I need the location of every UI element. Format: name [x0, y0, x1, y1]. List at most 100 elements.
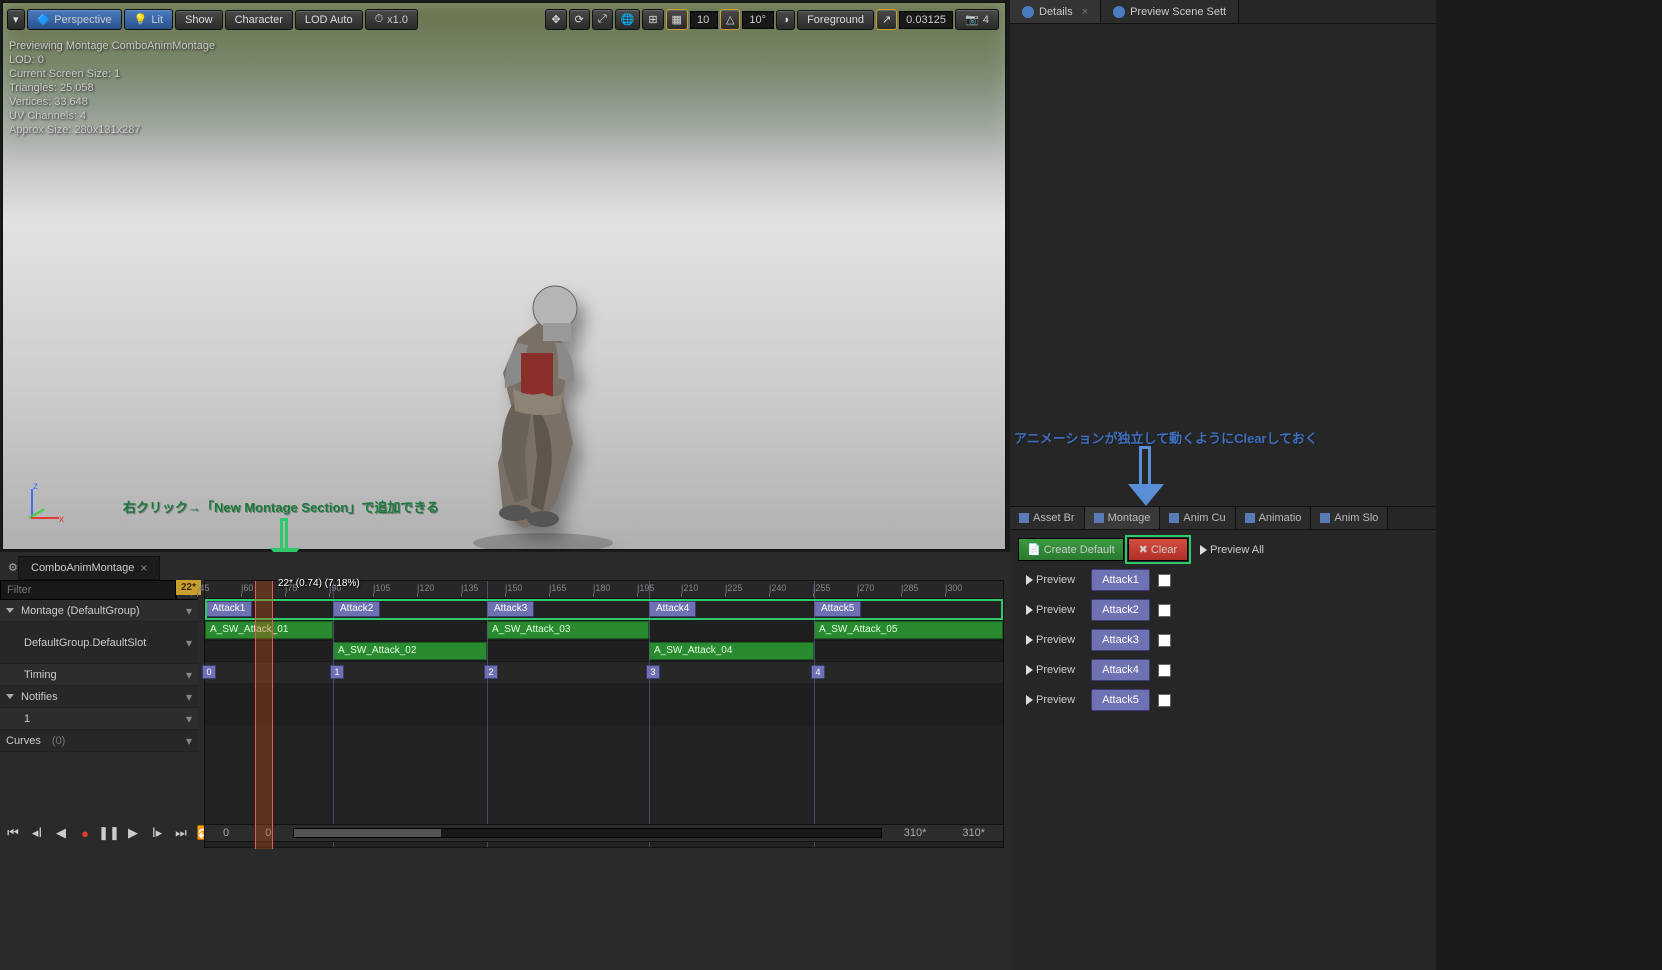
- section-chip[interactable]: Attack5: [814, 601, 861, 617]
- step-back-icon[interactable]: ◂Ⅰ: [28, 824, 46, 842]
- section-checkbox[interactable]: [1158, 604, 1171, 617]
- play-reverse-icon[interactable]: ◀: [52, 824, 70, 842]
- section-name-chip[interactable]: Attack3: [1091, 629, 1150, 651]
- anim-clip[interactable]: A_SW_Attack_03: [487, 621, 649, 639]
- section-checkbox[interactable]: [1158, 634, 1171, 647]
- anim-clip[interactable]: A_SW_Attack_05: [814, 621, 1003, 639]
- grid-snap-toggle[interactable]: ▦: [666, 9, 688, 30]
- angle-snap-value[interactable]: 10°: [742, 11, 774, 29]
- tab-icon: [1019, 513, 1029, 523]
- scale-snap-toggle[interactable]: ↗: [876, 9, 897, 30]
- bottom-tab[interactable]: Montage: [1085, 507, 1161, 529]
- anim-clip[interactable]: A_SW_Attack_02: [333, 642, 487, 660]
- to-start-icon[interactable]: ⏮: [4, 824, 22, 842]
- lod-button[interactable]: LOD Auto: [295, 10, 363, 30]
- track-dropdown-icon[interactable]: ▾: [186, 668, 192, 682]
- section-chip[interactable]: Attack1: [205, 601, 252, 617]
- section-name-chip[interactable]: Attack1: [1091, 569, 1150, 591]
- annotation-arrow-right: [1128, 446, 1164, 506]
- tab-preview-scene[interactable]: Preview Scene Sett: [1101, 0, 1239, 23]
- viewport-menu-dropdown[interactable]: ▾: [7, 9, 25, 30]
- step-forward-icon[interactable]: Ⅰ▸: [148, 824, 166, 842]
- transport-controls: ⏮ ◂Ⅰ ◀ ● ❚❚ ▶ Ⅰ▸ ⏭ 🔁: [4, 824, 214, 842]
- layer-dropdown[interactable]: Foreground: [797, 10, 874, 30]
- bottom-tab[interactable]: Animatio: [1236, 507, 1312, 529]
- bottom-tab[interactable]: Asset Br: [1010, 507, 1085, 529]
- section-checkbox[interactable]: [1158, 664, 1171, 677]
- scale-snap-value[interactable]: 0.03125: [899, 11, 953, 29]
- section-highlight-box: [205, 599, 1003, 620]
- play-icon: [1026, 635, 1033, 645]
- anim-clip[interactable]: A_SW_Attack_04: [649, 642, 814, 660]
- snap-toggle-icon[interactable]: ⊞: [642, 9, 663, 30]
- timeline-scrollbar[interactable]: [293, 828, 881, 838]
- montage-sections-row[interactable]: Attack1 Attack2 Attack3 Attack4 Attack5: [205, 599, 1003, 620]
- timing-row[interactable]: 01234: [205, 662, 1003, 683]
- preview-section-button[interactable]: Preview: [1018, 690, 1083, 710]
- section-checkbox[interactable]: [1158, 574, 1171, 587]
- section-name-chip[interactable]: Attack2: [1091, 599, 1150, 621]
- track-timing[interactable]: Timing ▾: [0, 664, 198, 686]
- section-checkbox[interactable]: [1158, 694, 1171, 707]
- bottom-tab[interactable]: Anim Slo: [1311, 507, 1388, 529]
- anim-clip-row[interactable]: A_SW_Attack_01A_SW_Attack_03A_SW_Attack_…: [205, 620, 1003, 641]
- anim-clip-row[interactable]: A_SW_Attack_02 A_SW_Attack_04: [205, 641, 1003, 662]
- preview-section-button[interactable]: Preview: [1018, 630, 1083, 650]
- search-icon: [1113, 6, 1125, 18]
- grid-snap-value[interactable]: 10: [690, 11, 718, 29]
- close-tab-icon[interactable]: ×: [140, 561, 147, 575]
- to-end-icon[interactable]: ⏭: [172, 824, 190, 842]
- viewport-3d[interactable]: ▾ 🔷Perspective 💡Lit Show Character LOD A…: [2, 2, 1006, 550]
- playhead-scrollbar[interactable]: 0 0 310* 310*: [204, 824, 1004, 842]
- right-panel: Details× Preview Scene Sett アニメーションが独立して…: [1010, 0, 1436, 970]
- montage-tab[interactable]: ComboAnimMontage ×: [18, 556, 160, 580]
- coord-space-icon[interactable]: 🌐: [615, 9, 641, 30]
- section-chip[interactable]: Attack4: [649, 601, 696, 617]
- section-name-chip[interactable]: Attack5: [1091, 689, 1150, 711]
- tab-details[interactable]: Details×: [1010, 0, 1101, 23]
- track-slot[interactable]: DefaultGroup.DefaultSlot ▾: [0, 622, 198, 664]
- track-dropdown-icon[interactable]: ▾: [186, 636, 192, 650]
- perspective-button[interactable]: 🔷Perspective: [27, 9, 122, 30]
- scale-gizmo-icon[interactable]: ⤢: [592, 9, 613, 30]
- rotate-gizmo-icon[interactable]: ⟳: [569, 9, 590, 30]
- track-notify-1[interactable]: 1 ▾: [0, 708, 198, 730]
- playback-speed-button[interactable]: ⏱x1.0: [365, 9, 418, 30]
- track-filter-input[interactable]: [0, 580, 176, 600]
- clear-button[interactable]: ✖Clear: [1128, 538, 1189, 561]
- create-default-button[interactable]: 📄Create Default: [1018, 538, 1124, 561]
- track-curves[interactable]: Curves (0) ▾: [0, 730, 198, 752]
- section-name-chip[interactable]: Attack4: [1091, 659, 1150, 681]
- timeline-canvas[interactable]: |45|60|75|90|105|120|135|150|165|180|195…: [204, 580, 1004, 848]
- close-icon[interactable]: ×: [1082, 6, 1088, 18]
- character-button[interactable]: Character: [225, 10, 293, 30]
- layer-icon[interactable]: ◑: [776, 10, 795, 30]
- track-dropdown-icon[interactable]: ▾: [186, 604, 192, 618]
- x-icon: ✖: [1139, 543, 1148, 556]
- section-chip[interactable]: Attack2: [333, 601, 380, 617]
- preview-all-button[interactable]: Preview All: [1192, 540, 1272, 560]
- track-notifies[interactable]: Notifies ▾: [0, 686, 198, 708]
- track-dropdown-icon[interactable]: ▾: [186, 734, 192, 748]
- play-forward-icon[interactable]: ▶: [124, 824, 142, 842]
- angle-snap-toggle[interactable]: △: [720, 9, 740, 30]
- viewport-toolbar-left: ▾ 🔷Perspective 💡Lit Show Character LOD A…: [7, 9, 418, 30]
- preview-section-button[interactable]: Preview: [1018, 570, 1083, 590]
- camera-speed-button[interactable]: 📷4: [955, 9, 999, 30]
- preview-section-button[interactable]: Preview: [1018, 600, 1083, 620]
- track-montage-group[interactable]: Montage (DefaultGroup) ▾: [0, 600, 198, 622]
- show-button[interactable]: Show: [175, 10, 223, 30]
- pause-icon[interactable]: ❚❚: [100, 824, 118, 842]
- timing-marker[interactable]: 0: [202, 665, 216, 679]
- track-dropdown-icon[interactable]: ▾: [186, 712, 192, 726]
- lit-button[interactable]: 💡Lit: [124, 9, 173, 30]
- move-gizmo-icon[interactable]: ✥: [545, 9, 566, 30]
- section-chip[interactable]: Attack3: [487, 601, 534, 617]
- track-dropdown-icon[interactable]: ▾: [186, 690, 192, 704]
- record-icon[interactable]: ●: [76, 824, 94, 842]
- play-icon: [1026, 605, 1033, 615]
- bottom-tab[interactable]: Anim Cu: [1160, 507, 1235, 529]
- timeline-scrubber[interactable]: 22* (0.74) (7.18%): [255, 581, 273, 849]
- notify-row[interactable]: [205, 704, 1003, 725]
- preview-section-button[interactable]: Preview: [1018, 660, 1083, 680]
